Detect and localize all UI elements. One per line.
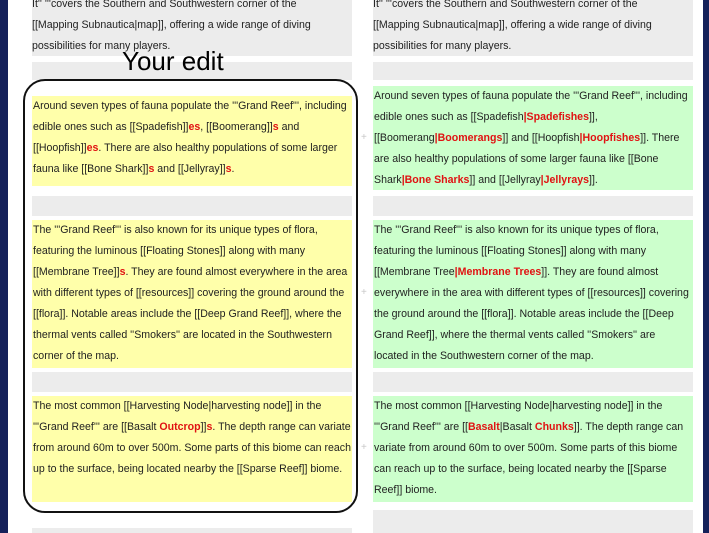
diff-text: . They are found almost everywhere in th… — [33, 266, 348, 362]
context-spacer — [32, 372, 352, 392]
window-frame-left — [0, 0, 8, 533]
added-paragraph-flora: The '''Grand Reef''' is also known for i… — [373, 220, 693, 368]
window-frame-right — [703, 0, 709, 533]
diff-right-column: It'' '''covers the Southern and Southwes… — [373, 0, 693, 533]
diff-marker: + — [361, 442, 367, 453]
diff-marker: + — [361, 287, 367, 298]
diff-text: , [[Boomerang]] — [200, 121, 273, 133]
removed-paragraph-flora: The '''Grand Reef''' is also known for i… — [32, 220, 352, 368]
context-spacer — [373, 528, 693, 533]
diff-highlight: Outcrop — [159, 421, 201, 433]
diff-marker: + — [361, 132, 367, 143]
context-spacer — [373, 510, 693, 528]
context-line: possibilities for many players. — [373, 40, 512, 52]
diff-text: and [[Jellyray]] — [154, 163, 226, 175]
context-line: [[Mapping Subnautica|map]], offering a w… — [373, 19, 652, 31]
diff-highlight: |Bone Sharks — [401, 174, 470, 186]
diff-left-column: It'' '''covers the Southern and Southwes… — [32, 0, 352, 533]
context-line: [[Mapping Subnautica|map]], offering a w… — [32, 19, 311, 31]
context-line: It'' '''covers the Southern and Southwes… — [32, 0, 297, 10]
context-block-top: It'' '''covers the Southern and Southwes… — [373, 0, 693, 56]
diff-text: ]] and [[Hoopfish — [502, 132, 580, 144]
diff-highlight: |Membrane Trees — [454, 266, 542, 278]
context-spacer — [373, 372, 693, 392]
diff-text: . — [231, 163, 235, 175]
diff-highlight: |Jellyrays — [540, 174, 589, 186]
diff-highlight: |Boomerangs — [434, 132, 503, 144]
context-spacer — [373, 62, 693, 80]
added-paragraph-fauna: Around seven types of fauna populate the… — [373, 86, 693, 190]
diff-highlight: es — [86, 142, 99, 154]
diff-text: ]]. They are found almost everywhere in … — [374, 266, 689, 362]
removed-paragraph-resources: The most common [[Harvesting Node|harves… — [32, 396, 352, 502]
added-paragraph-resources: The most common [[Harvesting Node|harves… — [373, 396, 693, 502]
diff-text: ]] and [[Jellyray — [469, 174, 541, 186]
removed-paragraph-fauna: Around seven types of fauna populate the… — [32, 96, 352, 186]
diff-text: ]]. — [589, 174, 598, 186]
diff-highlight: |Hoopfishes — [579, 132, 641, 144]
context-line: It'' '''covers the Southern and Southwes… — [373, 0, 638, 10]
diff-text: |Basalt — [499, 421, 535, 433]
diff-highlight: |Spadefishes — [523, 111, 589, 123]
context-spacer — [373, 196, 693, 216]
diff-highlight: Basalt — [467, 421, 500, 433]
diff-highlight: Chunks — [534, 421, 574, 433]
context-spacer — [32, 528, 352, 533]
diff-highlight: es — [188, 121, 201, 133]
context-spacer — [32, 196, 352, 216]
your-edit-label: Your edit — [122, 46, 224, 76]
